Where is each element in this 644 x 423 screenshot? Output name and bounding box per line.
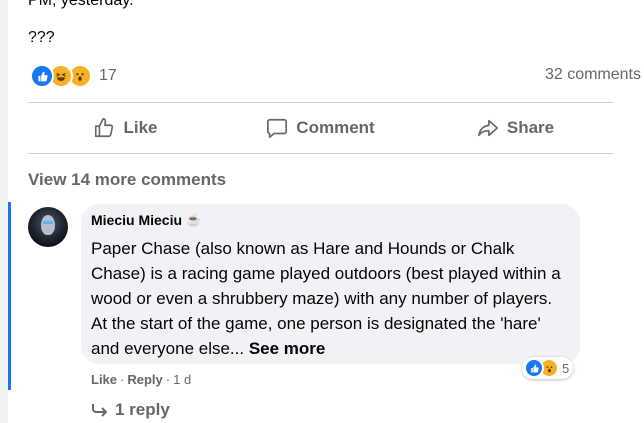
avatar[interactable] — [28, 207, 68, 247]
like-icon — [30, 64, 54, 88]
see-more-link[interactable]: See more — [249, 339, 326, 358]
divider — [28, 153, 613, 154]
comment-bubble: Mieciu Mieciu ☕ Paper Chase (also known … — [81, 204, 580, 364]
coffee-badge-icon: ☕ — [186, 213, 201, 227]
share-arrow-icon — [477, 119, 498, 137]
avatar-figure — [41, 215, 55, 235]
post-text: PM, yesterday. — [28, 0, 134, 9]
comment-author[interactable]: Mieciu Mieciu ☕ — [91, 212, 201, 228]
comment-bubble-icon — [267, 118, 288, 138]
comment-focus-indicator — [8, 202, 11, 390]
post-actions: Like Comment Share — [28, 103, 613, 153]
separator: · — [165, 372, 171, 387]
thumbs-up-icon — [95, 118, 114, 138]
comment-reply-link[interactable]: Reply — [127, 372, 162, 387]
comment-button[interactable]: Comment — [223, 103, 418, 153]
avatar-visor — [43, 221, 53, 224]
replies-count: 1 reply — [115, 400, 170, 419]
view-more-comments-link[interactable]: View 14 more comments — [28, 170, 226, 190]
reaction-count[interactable]: 17 — [99, 67, 117, 85]
post-card: PM, yesterday. ??? 17 32 comments Like C… — [8, 0, 644, 423]
post-text: ??? — [28, 29, 55, 46]
author-name[interactable]: Mieciu Mieciu — [91, 212, 182, 228]
share-button[interactable]: Share — [418, 103, 613, 153]
reactions-summary[interactable]: 17 — [30, 64, 117, 88]
comment-text: Paper Chase (also known as Hare and Houn… — [91, 236, 561, 361]
share-label: Share — [506, 118, 555, 137]
comment-reaction-count: 5 — [562, 360, 570, 376]
like-label: Like — [123, 118, 158, 137]
comments-count[interactable]: 32 comments — [545, 66, 641, 84]
comment-like-link[interactable]: Like — [91, 372, 117, 387]
comment-time[interactable]: 1 d — [173, 372, 191, 387]
separator: · — [120, 372, 125, 387]
like-icon — [524, 358, 544, 378]
like-button[interactable]: Like — [28, 103, 223, 153]
comment-label: Comment — [296, 118, 375, 137]
comment-reactions[interactable]: 5 — [522, 357, 574, 379]
view-replies-link[interactable]: 1 reply — [91, 400, 170, 420]
comment-meta: Like · Reply · 1 d — [91, 372, 191, 387]
reply-arrow-icon — [92, 404, 108, 417]
comment-body-text: Paper Chase (also known as Hare and Houn… — [91, 239, 561, 358]
